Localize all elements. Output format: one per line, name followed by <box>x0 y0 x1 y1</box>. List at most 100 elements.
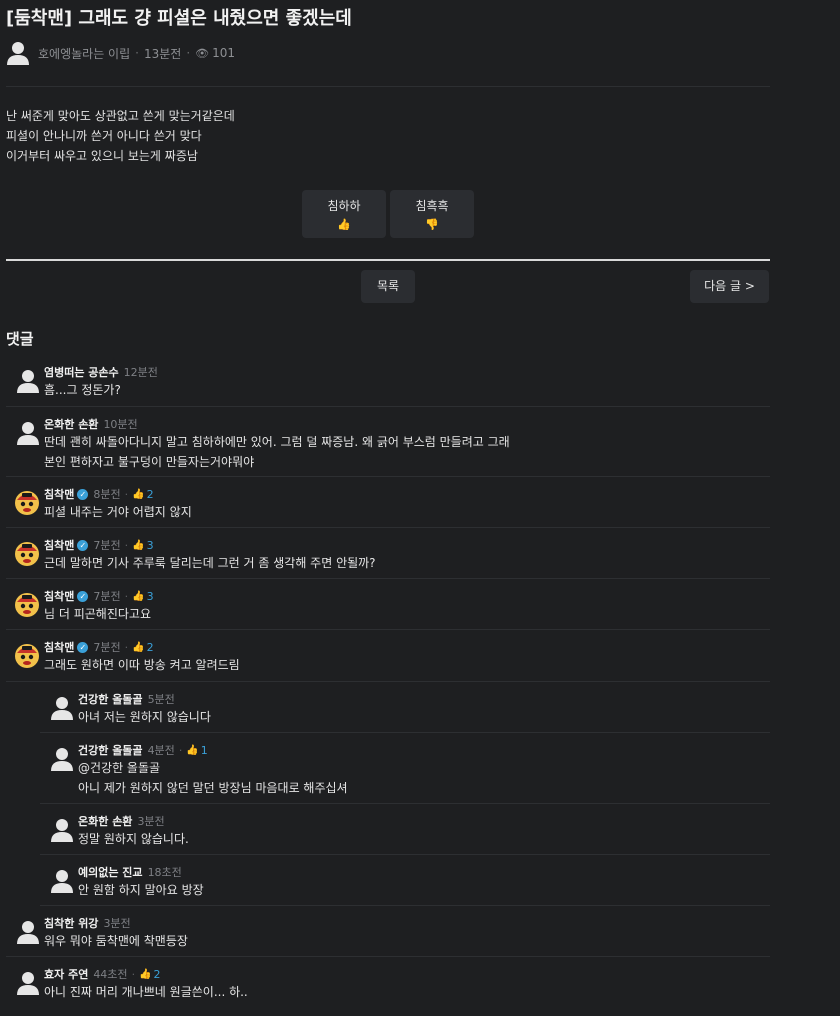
post-time: 13분전 <box>143 46 182 61</box>
comment-like-count[interactable]: 👍 2 <box>132 641 153 654</box>
next-post-button[interactable]: 다음 글 > <box>690 270 769 303</box>
comment-divider <box>6 629 770 630</box>
thumbs-up-icon: 👍 <box>139 968 152 980</box>
like-count: 3 <box>146 538 154 552</box>
comment-author[interactable]: 예의없는 진교 <box>78 864 143 880</box>
comment-text: 정말 원하지 않습니다. <box>78 832 189 846</box>
upvote-button[interactable]: 침하하 👍 <box>302 190 386 238</box>
comment-divider <box>40 732 770 733</box>
comment-time: 3분전 <box>103 917 131 930</box>
list-button[interactable]: 목록 <box>361 270 415 303</box>
comment-divider <box>6 527 770 528</box>
comment-time: 8분전 <box>93 488 121 501</box>
comment-header: 건강한 올돌골 5분전 <box>78 691 175 707</box>
post-body-line: 피셜이 안나니까 쓴거 아니다 쓴거 맞다 <box>6 129 202 143</box>
divider <box>6 86 770 87</box>
comment-text: 님 더 피곤해진다고요 <box>44 607 151 621</box>
thumbs-up-icon: 👍 <box>186 744 199 756</box>
comment-time: 5분전 <box>147 693 175 706</box>
comment-header: 침착맨 ✓ 8분전 · 👍 2 <box>44 486 154 502</box>
comment-text: 아니 진짜 머리 개나쁘네 원글쓴이... 하.. <box>44 985 248 999</box>
comment-author[interactable]: 침착한 위강 <box>44 915 98 931</box>
comment-time: 7분전 <box>93 641 121 654</box>
comment-time: 18초전 <box>147 866 182 879</box>
comment-author[interactable]: 건강한 올돌골 <box>78 742 143 758</box>
user-avatar-icon[interactable] <box>50 746 74 772</box>
author-avatar-icon[interactable] <box>6 40 30 66</box>
thumbs-up-icon: 👍 <box>337 218 351 231</box>
comment-author[interactable]: 염병떠는 공손수 <box>44 364 119 380</box>
thumbs-down-icon: 👎 <box>425 218 439 231</box>
comment-author[interactable]: 온화한 손환 <box>78 813 132 829</box>
user-avatar-icon[interactable] <box>16 970 40 996</box>
comment-divider <box>6 956 770 957</box>
thumbs-up-icon: 👍 <box>132 590 145 602</box>
verified-badge-icon: ✓ <box>77 590 89 602</box>
thumbs-up-icon: 👍 <box>132 539 145 551</box>
comment-header: 염병떠는 공손수 12분전 <box>44 364 158 380</box>
comment-text: 워우 뭐야 둠착맨에 착맨등장 <box>44 934 188 948</box>
comment-text: 근데 말하면 기사 주루룩 달리는데 그런 거 좀 생각해 주면 안될까? <box>44 556 376 570</box>
post-author[interactable]: 호에엥놀라는 이립 <box>38 45 130 62</box>
comment-author[interactable]: 온화한 손환 <box>44 416 98 432</box>
comments-heading: 댓글 <box>6 330 34 348</box>
comment-time: 10분전 <box>103 418 138 431</box>
comment-time: 4분전 <box>147 744 175 757</box>
comment-text: 그래도 원하면 이따 방송 켜고 알려드림 <box>44 658 240 672</box>
comment-author[interactable]: 침착맨 <box>44 588 74 604</box>
thumbs-up-icon: 👍 <box>132 641 145 653</box>
comment-divider <box>40 905 770 906</box>
comment-header: 침착맨 ✓ 7분전 · 👍 3 <box>44 537 154 553</box>
comment-like-count[interactable]: 👍 1 <box>186 744 207 757</box>
comment-like-count[interactable]: 👍 3 <box>132 590 153 603</box>
comment-header: 온화한 손환 3분전 <box>78 813 165 829</box>
verified-badge-icon: ✓ <box>77 488 89 500</box>
meta-separator: · <box>124 538 129 552</box>
verified-badge-icon: ✓ <box>77 539 89 551</box>
comment-text: 피셜 내주는 거야 어렵지 않지 <box>44 505 192 519</box>
user-avatar-icon[interactable] <box>16 420 40 446</box>
comment-time: 12분전 <box>123 366 158 379</box>
comment-time: 7분전 <box>93 539 121 552</box>
chim-avatar-icon[interactable] <box>14 490 39 516</box>
meta-separator: · <box>135 46 139 60</box>
like-count: 2 <box>153 967 161 981</box>
user-avatar-icon[interactable] <box>50 817 74 843</box>
user-avatar-icon[interactable] <box>50 868 74 894</box>
comment-text: 흠...그 정돈가? <box>44 383 121 397</box>
comment-author[interactable]: 침착맨 <box>44 639 74 655</box>
user-avatar-icon[interactable] <box>50 695 74 721</box>
comment-header: 침착한 위강 3분전 <box>44 915 131 931</box>
post-body-line: 이거부터 싸우고 있으니 보는게 짜증남 <box>6 149 198 163</box>
like-count: 2 <box>146 487 154 501</box>
comment-divider <box>6 406 770 407</box>
comment-text: 안 원함 하지 말아요 방장 <box>78 883 204 897</box>
comment-author[interactable]: 효자 주연 <box>44 966 88 982</box>
user-avatar-icon[interactable] <box>16 919 40 945</box>
eye-icon: 👁 <box>195 46 210 60</box>
user-avatar-icon[interactable] <box>16 368 40 394</box>
chim-avatar-icon[interactable] <box>14 643 39 669</box>
comment-text: 딴데 괜히 싸돌아다니지 말고 침하하에만 있어. 그럼 덜 짜증남. 왜 긁어… <box>44 435 510 449</box>
comment-author[interactable]: 건강한 올돌골 <box>78 691 143 707</box>
comment-divider <box>6 476 770 477</box>
downvote-button[interactable]: 침흑흑 👎 <box>390 190 474 238</box>
comment-author[interactable]: 침착맨 <box>44 486 74 502</box>
comment-text: 본인 편하자고 불구덩이 만들자는거야뭐야 <box>44 455 255 469</box>
comment-like-count[interactable]: 👍 2 <box>139 968 160 981</box>
post-body-line: 난 써준게 맞아도 상관없고 쓴게 맞는거같은데 <box>6 109 235 123</box>
comment-header: 건강한 올돌골 4분전 · 👍 1 <box>78 742 208 758</box>
comment-text: 아니 제가 원하지 않던 말던 방장님 마음대로 해주십셔 <box>78 781 348 795</box>
comment-header: 온화한 손환 10분전 <box>44 416 138 432</box>
comment-like-count[interactable]: 👍 3 <box>132 539 153 552</box>
chim-avatar-icon[interactable] <box>14 541 39 567</box>
verified-badge-icon: ✓ <box>77 641 89 653</box>
post-body: 난 써준게 맞아도 상관없고 쓴게 맞는거같은데 피셜이 안나니까 쓴거 아니다… <box>6 106 235 166</box>
comment-header: 효자 주연 44초전 · 👍 2 <box>44 966 161 982</box>
comment-author[interactable]: 침착맨 <box>44 537 74 553</box>
comment-text: 아녀 저는 원하지 않습니다 <box>78 710 211 724</box>
comment-time: 7분전 <box>93 590 121 603</box>
comment-header: 예의없는 진교 18초전 <box>78 864 182 880</box>
chim-avatar-icon[interactable] <box>14 592 39 618</box>
comment-like-count[interactable]: 👍 2 <box>132 488 153 501</box>
